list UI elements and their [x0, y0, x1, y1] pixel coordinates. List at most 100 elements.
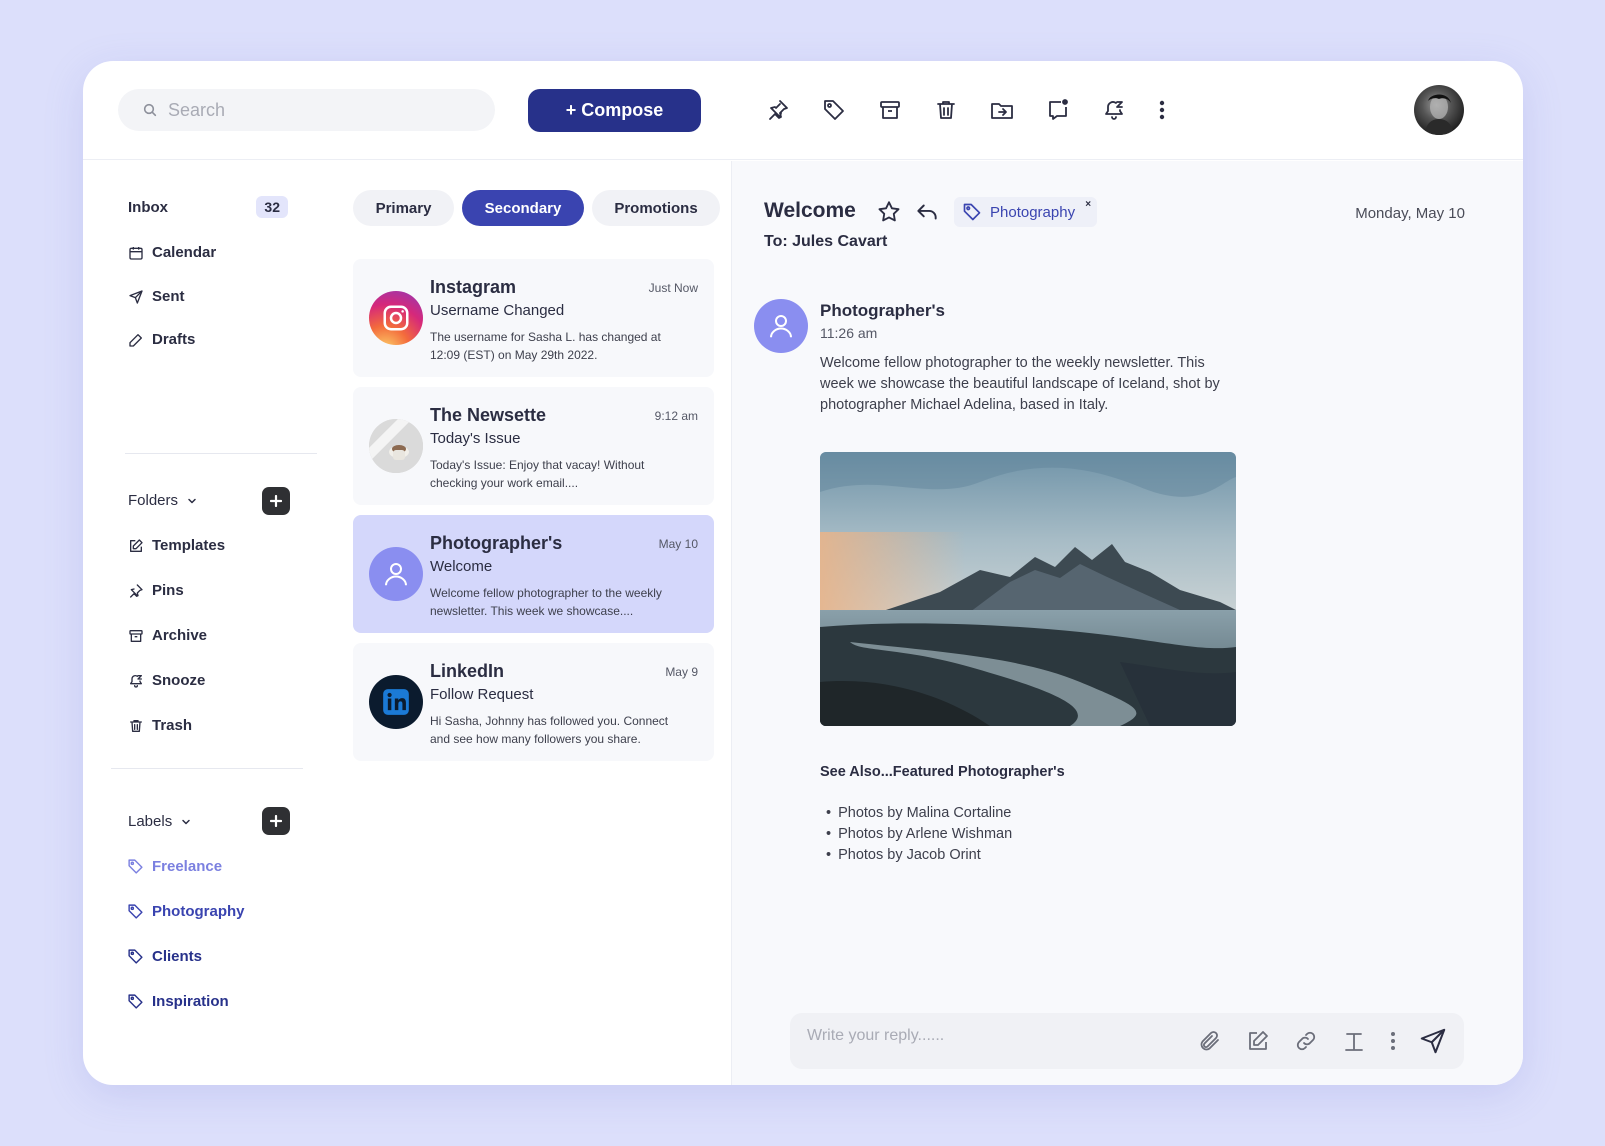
sidebar-item-archive[interactable]: Archive	[128, 627, 207, 644]
edit-icon[interactable]	[1234, 1027, 1282, 1055]
label-freelance[interactable]: Freelance	[127, 858, 222, 875]
plus-icon	[270, 815, 282, 827]
message-tag-label: Photography	[990, 203, 1076, 221]
tag-icon[interactable]	[806, 95, 862, 125]
top-toolbar: + Compose	[83, 61, 1523, 160]
tab-promotions[interactable]: Promotions	[592, 190, 720, 226]
remove-tag-icon[interactable]: ×	[1085, 199, 1091, 210]
label-inspiration[interactable]: Inspiration	[127, 993, 229, 1010]
sidebar-item-label: Calendar	[152, 244, 217, 261]
paperclip-icon[interactable]	[1186, 1027, 1234, 1055]
label-name: Freelance	[152, 858, 223, 875]
chevron-down-icon	[180, 816, 192, 828]
mail-preview: The username for Sasha L. has changed at…	[430, 330, 661, 362]
sidebar-item-drafts[interactable]: Drafts	[128, 331, 195, 348]
tag-icon	[962, 202, 982, 222]
mail-sender: Instagram	[430, 277, 517, 297]
folders-section-toggle[interactable]: Folders	[128, 492, 198, 509]
sidebar-item-calendar[interactable]: Calendar	[128, 244, 216, 261]
mail-time: May 10	[658, 537, 698, 551]
reading-pane: Welcome Photography × Monday, May 10 To:…	[731, 161, 1523, 1085]
mail-app-window: + Compose	[83, 61, 1523, 1085]
sidebar-item-label: Templates	[152, 537, 226, 554]
sidebar: Inbox 32 Calendar Sent Drafts Folders Te…	[83, 161, 338, 1085]
mail-list-item[interactable]: Instagram Just Now Username Changed The …	[353, 259, 714, 377]
reply-input[interactable]	[807, 1027, 1147, 1045]
message-recipient: To: Jules Cavart	[764, 233, 888, 250]
archive-icon[interactable]	[862, 95, 918, 125]
chevron-down-icon	[186, 495, 198, 507]
reply-arrow-icon[interactable]	[914, 199, 940, 225]
search-icon	[142, 102, 158, 118]
user-avatar-icon	[369, 547, 423, 601]
user-avatar[interactable]	[1414, 85, 1464, 135]
pin-icon[interactable]	[750, 95, 806, 125]
iceland-landscape-image	[820, 452, 1236, 726]
sidebar-item-label: Trash	[152, 717, 193, 734]
linkedin-logo-icon	[369, 675, 423, 729]
mail-sender: Photographer's	[430, 533, 563, 553]
toolbar-actions	[750, 95, 1182, 125]
sidebar-item-sent[interactable]: Sent	[128, 288, 185, 305]
mail-time: Just Now	[648, 281, 698, 295]
sidebar-item-trash[interactable]: Trash	[128, 717, 192, 734]
tab-primary[interactable]: Primary	[353, 190, 454, 226]
labels-section-toggle[interactable]: Labels	[128, 813, 192, 830]
send-reply-icon[interactable]	[1418, 1026, 1448, 1056]
plus-icon	[270, 495, 282, 507]
label-clients[interactable]: Clients	[127, 948, 202, 965]
mail-subject: Follow Request	[430, 686, 534, 703]
message-time: 11:26 am	[820, 325, 878, 341]
sidebar-item-label: Snooze	[152, 672, 206, 689]
label-name: Clients	[152, 948, 203, 965]
trash-icon[interactable]	[918, 95, 974, 125]
mail-list-item[interactable]: The Newsette 9:12 am Today's Issue Today…	[353, 387, 714, 505]
photographer-link[interactable]: Photos by Malina Cortaline	[826, 803, 1012, 824]
message-title: Welcome	[764, 199, 856, 222]
label-photography[interactable]: Photography	[127, 903, 245, 920]
more-vertical-icon[interactable]	[1378, 1027, 1408, 1055]
message-sender: Photographer's	[820, 301, 945, 320]
message-tag[interactable]: Photography ×	[954, 197, 1098, 227]
search-input[interactable]	[168, 99, 468, 121]
add-folder-button[interactable]	[262, 487, 290, 515]
see-also-heading: See Also...Featured Photographer's	[820, 764, 1065, 780]
reply-box	[790, 1013, 1464, 1069]
search-box[interactable]	[118, 89, 495, 131]
sidebar-item-label: Drafts	[152, 331, 196, 348]
mail-list-item[interactable]: LinkedIn May 9 Follow Request Hi Sasha, …	[353, 643, 714, 761]
tab-secondary[interactable]: Secondary	[462, 190, 584, 226]
reply-toolbar	[1186, 1027, 1408, 1055]
mail-subject: Today's Issue	[430, 430, 521, 447]
sidebar-item-label: Inbox	[128, 198, 168, 216]
send-icon	[128, 289, 144, 305]
link-icon[interactable]	[1282, 1027, 1330, 1055]
newsette-avatar	[369, 419, 423, 473]
mail-subject: Welcome	[430, 558, 493, 575]
instagram-logo-icon	[369, 291, 423, 345]
sidebar-item-pins[interactable]: Pins	[128, 582, 184, 599]
sidebar-item-templates[interactable]: Templates	[128, 537, 225, 554]
tag-icon	[127, 948, 144, 965]
mark-unread-icon[interactable]	[1030, 95, 1086, 125]
sidebar-item-snooze[interactable]: Snooze	[128, 672, 205, 689]
pin-icon	[128, 583, 144, 599]
edit-icon	[128, 538, 144, 554]
snooze-icon[interactable]	[1086, 95, 1142, 125]
photographer-link[interactable]: Photos by Jacob Orint	[826, 845, 1012, 866]
photographer-link[interactable]: Photos by Arlene Wishman	[826, 824, 1012, 845]
sidebar-item-inbox[interactable]: Inbox 32	[128, 196, 288, 218]
label-name: Inspiration	[152, 993, 229, 1010]
mailbox-tabs: Primary Secondary Promotions	[353, 190, 728, 226]
more-vertical-icon[interactable]	[1142, 95, 1182, 125]
star-icon[interactable]	[876, 199, 902, 225]
compose-button[interactable]: + Compose	[528, 89, 701, 132]
label-name: Photography	[152, 903, 245, 920]
move-to-folder-icon[interactable]	[974, 95, 1030, 125]
sidebar-divider	[125, 453, 317, 454]
mail-preview: Today's Issue: Enjoy that vacay! Without…	[430, 458, 645, 490]
mail-list-item-selected[interactable]: Photographer's May 10 Welcome Welcome fe…	[353, 515, 714, 633]
mail-preview: Welcome fellow photographer to the weekl…	[430, 586, 662, 618]
text-format-icon[interactable]	[1330, 1027, 1378, 1055]
add-label-button[interactable]	[262, 807, 290, 835]
